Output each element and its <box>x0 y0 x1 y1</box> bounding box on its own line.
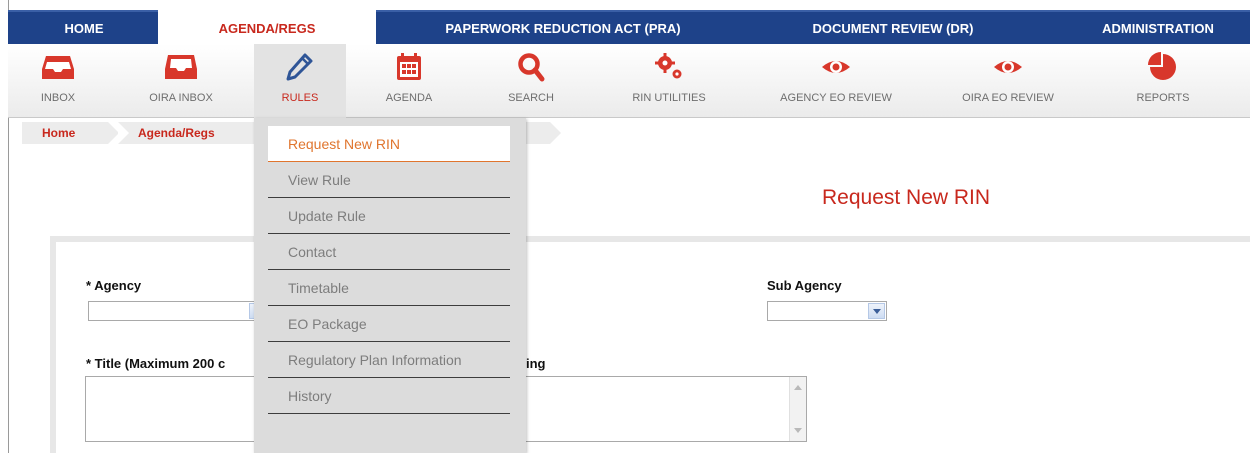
gears-icon <box>655 53 682 79</box>
menu-item-timetable[interactable]: Timetable <box>268 270 510 306</box>
chevron-down-icon[interactable] <box>868 303 885 319</box>
breadcrumb-home[interactable]: Home <box>22 122 119 144</box>
toolbar-inbox-label: INBOX <box>40 92 76 104</box>
oira-inbox-icon <box>165 55 197 79</box>
inbox-icon <box>42 56 74 79</box>
pie-chart-icon <box>1148 52 1176 80</box>
toolbar-agency-eo-review[interactable]: AGENCY EO REVIEW <box>756 44 916 118</box>
toolbar-reports-label: REPORTS <box>1136 92 1190 104</box>
search-icon <box>518 53 545 82</box>
menu-item-contact[interactable]: Contact <box>268 234 510 270</box>
sub-agency-select[interactable] <box>767 301 887 321</box>
icon-toolbar: INBOX OIRA INBOX RULES AGENDA SEARCH RIN… <box>8 44 1250 118</box>
toolbar-rin-utilities[interactable]: RIN UTILITIES <box>604 44 734 118</box>
toolbar-rin-utilities-label: RIN UTILITIES <box>632 92 706 104</box>
toolbar-search-label: SEARCH <box>508 92 554 104</box>
toolbar-rules[interactable]: RULES <box>254 44 346 118</box>
title-label: * Title (Maximum 200 c <box>86 356 226 371</box>
top-navigation: HOME AGENDA/REGS PAPERWORK REDUCTION ACT… <box>8 10 1250 46</box>
scroll-down-icon[interactable] <box>794 428 802 433</box>
menu-item-regulatory-plan-information[interactable]: Regulatory Plan Information <box>268 342 510 378</box>
toolbar-search[interactable]: SEARCH <box>484 44 578 118</box>
menu-item-request-new-rin[interactable]: Request New RIN <box>268 126 510 162</box>
eye-icon <box>822 61 850 73</box>
menu-item-eo-package[interactable]: EO Package <box>268 306 510 342</box>
scroll-up-icon[interactable] <box>794 385 802 390</box>
menu-item-view-rule[interactable]: View Rule <box>268 162 510 198</box>
menu-item-history[interactable]: History <box>268 378 510 414</box>
calendar-icon <box>397 53 421 80</box>
tab-paperwork-reduction-act[interactable]: PAPERWORK REDUCTION ACT (PRA) <box>408 12 718 46</box>
rules-dropdown-menu: Request New RIN View Rule Update Rule Co… <box>254 118 526 453</box>
toolbar-oira-inbox-label: OIRA INBOX <box>149 92 213 104</box>
title-label-trailing: ing <box>526 356 546 371</box>
page-title: Request New RIN <box>822 186 991 209</box>
agency-label: * Agency <box>86 278 142 293</box>
menu-item-update-rule[interactable]: Update Rule <box>268 198 510 234</box>
breadcrumb-agenda-regs[interactable]: Agenda/Regs <box>118 122 269 144</box>
toolbar-agenda-label: AGENDA <box>385 92 433 104</box>
toolbar-rules-label: RULES <box>281 92 319 104</box>
sub-agency-label: Sub Agency <box>767 278 842 293</box>
tab-administration[interactable]: ADMINISTRATION <box>1078 12 1238 46</box>
toolbar-inbox[interactable]: INBOX <box>18 44 98 118</box>
toolbar-oira-inbox[interactable]: OIRA INBOX <box>126 44 236 118</box>
toolbar-reports[interactable]: REPORTS <box>1108 44 1218 118</box>
toolbar-agency-eo-review-label: AGENCY EO REVIEW <box>780 92 892 104</box>
pencil-icon <box>286 53 313 81</box>
textarea-scrollbar[interactable] <box>789 377 806 441</box>
tab-agenda-regs[interactable]: AGENDA/REGS <box>158 10 376 46</box>
tab-home[interactable]: HOME <box>34 12 134 46</box>
toolbar-oira-eo-review[interactable]: OIRA EO REVIEW <box>938 44 1078 118</box>
eye-icon <box>994 61 1022 73</box>
toolbar-agenda[interactable]: AGENDA <box>364 44 454 118</box>
agency-select[interactable] <box>88 301 268 321</box>
toolbar-oira-eo-review-label: OIRA EO REVIEW <box>962 92 1054 104</box>
tab-document-review[interactable]: DOCUMENT REVIEW (DR) <box>778 12 1008 46</box>
form-panel: * Agency Sub Agency * Title (Maximum 200… <box>50 236 1250 453</box>
